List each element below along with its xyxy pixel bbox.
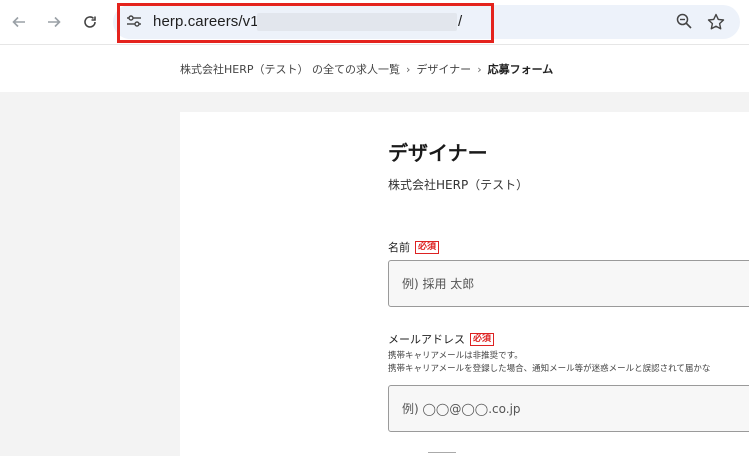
company-name: 株式会社HERP（テスト） <box>388 178 529 192</box>
breadcrumb-item-designer[interactable]: デザイナー <box>416 61 471 77</box>
arrow-left-icon <box>12 16 25 28</box>
breadcrumb-separator: › <box>477 62 482 76</box>
required-badge: 必須 <box>415 240 440 254</box>
bookmark-star-icon[interactable] <box>706 12 726 32</box>
email-label-text: メールアドレス <box>388 333 465 346</box>
job-title: デザイナー <box>388 141 488 165</box>
required-badge: 必須 <box>470 332 495 346</box>
breadcrumb-bar: 株式会社HERP（テスト） の全ての求人一覧 › デザイナー › 応募フォーム <box>0 44 749 92</box>
zoom-out-icon[interactable] <box>675 12 693 30</box>
arrow-right-icon <box>48 16 61 28</box>
breadcrumb: 株式会社HERP（テスト） の全ての求人一覧 › デザイナー › 応募フォーム <box>180 61 553 77</box>
reload-button[interactable] <box>79 11 101 33</box>
reload-icon <box>84 16 96 28</box>
breadcrumb-current: 応募フォーム <box>487 63 554 76</box>
back-button[interactable] <box>8 11 30 33</box>
breadcrumb-item-job-list[interactable]: 株式会社HERP（テスト） の全ての求人一覧 <box>180 61 400 77</box>
email-label: メールアドレス 必須 <box>388 331 495 347</box>
email-hint-1: 携帯キャリアメールは非推奨です。 <box>388 351 523 361</box>
next-field-stub <box>428 452 456 456</box>
email-hint-2: 携帯キャリアメールを登録した場合、通知メール等が迷惑メールと誤認されて届かな <box>388 364 711 374</box>
url-highlight-box <box>117 3 494 43</box>
name-input[interactable] <box>388 260 749 307</box>
name-label: 名前 必須 <box>388 239 440 255</box>
forward-button[interactable] <box>43 11 65 33</box>
email-input[interactable] <box>388 385 749 432</box>
browser-toolbar: herp.careers/v1/ / <box>0 0 749 44</box>
breadcrumb-separator: › <box>406 62 411 76</box>
name-label-text: 名前 <box>388 241 410 254</box>
